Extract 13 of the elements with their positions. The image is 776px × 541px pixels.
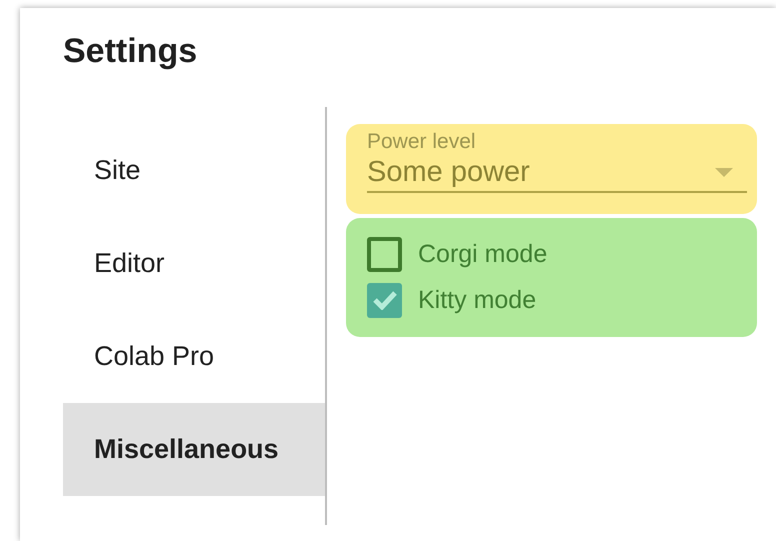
checkbox-label: Kitty mode (418, 286, 536, 314)
checkbox[interactable] (367, 282, 402, 318)
sidebar-item[interactable]: Site (63, 124, 325, 217)
sidebar-item[interactable]: Editor (63, 217, 325, 310)
checkbox[interactable] (367, 236, 402, 272)
select-value: Some power (367, 156, 530, 189)
sidebar-item[interactable]: Miscellaneous (63, 403, 325, 496)
sidebar-item[interactable]: Colab Pro (63, 310, 325, 403)
field-label: Power level (367, 130, 476, 154)
dialog-title: Settings (62, 31, 198, 72)
checkmark-icon (372, 290, 396, 310)
dropdown-arrow-icon (715, 168, 733, 177)
checkbox-label: Corgi mode (418, 240, 548, 268)
